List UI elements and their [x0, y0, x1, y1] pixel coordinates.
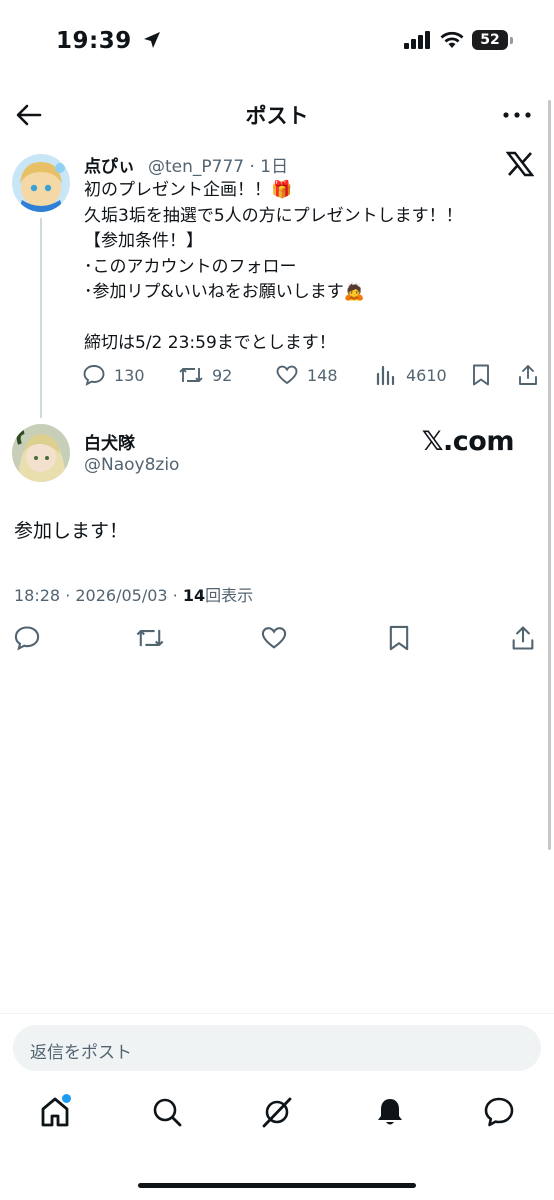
quoted-actions: 130 92 148 4610 [82, 363, 542, 391]
repost-button[interactable]: 92 [178, 363, 232, 387]
reply-tweet-text: 参加します！ [14, 520, 129, 542]
bookmark-icon[interactable] [470, 363, 492, 387]
quoted-author-name[interactable]: 点ぴぃ [84, 152, 135, 177]
reply-author-handle[interactable]: @Naoy8zio [84, 455, 179, 475]
x-logo-icon [506, 151, 534, 177]
tab-home[interactable] [38, 1094, 72, 1133]
thread-line [40, 218, 42, 418]
views-chart-icon [376, 365, 395, 386]
scrollbar[interactable] [548, 100, 551, 850]
x-com-watermark: 𝕏.com [421, 426, 515, 457]
heart-icon [276, 365, 298, 385]
reply-input-placeholder: 返信をポスト [30, 1043, 132, 1063]
cellular-signal-icon [404, 31, 430, 49]
home-notification-dot [62, 1094, 71, 1103]
reply-avatar[interactable] [12, 424, 70, 482]
bottom-tab-bar [0, 1094, 554, 1139]
avatar-image [12, 154, 70, 212]
repost-icon [179, 368, 203, 382]
reply-count: 130 [114, 365, 145, 385]
page-title: ポスト [245, 104, 309, 128]
reply-button[interactable]: 130 [82, 363, 145, 387]
views-count: 4610 [406, 365, 447, 385]
share-icon[interactable] [516, 363, 540, 387]
status-time: 19:39 [56, 28, 162, 54]
reply-icon [83, 365, 105, 386]
reply-input[interactable]: 返信をポスト [13, 1025, 541, 1071]
tab-messages[interactable] [482, 1095, 516, 1133]
bookmark-icon[interactable] [386, 624, 412, 652]
share-icon[interactable] [509, 624, 537, 652]
heart-icon[interactable] [260, 624, 288, 652]
repost-count: 92 [212, 365, 233, 385]
location-arrow-icon [144, 32, 161, 48]
search-icon [153, 1098, 182, 1127]
quoted-author-handle[interactable]: @ten_P777 · 1日 [148, 152, 288, 177]
reply-timestamp: 18:28 · 2026/05/03 · [14, 586, 183, 605]
battery-indicator: 52 [472, 30, 513, 50]
reply-meta: 18:28 · 2026/05/03 · 14回表示 [14, 582, 253, 606]
tab-notifications[interactable] [373, 1095, 407, 1133]
tab-grok[interactable] [260, 1095, 294, 1133]
avatar[interactable] [12, 154, 70, 212]
reply-view-label: 回表示 [205, 586, 254, 605]
reply-icon[interactable] [13, 624, 41, 652]
reply-view-count: 14 [182, 586, 206, 605]
wifi-icon [440, 31, 464, 48]
composer-divider [0, 1013, 554, 1014]
reply-actions [0, 624, 554, 656]
views-button[interactable]: 4610 [374, 363, 447, 387]
grok-icon [262, 1097, 292, 1128]
status-icons: 52 [404, 30, 513, 50]
bell-icon [378, 1099, 402, 1125]
tab-search[interactable] [150, 1095, 184, 1133]
like-count: 148 [307, 365, 338, 385]
home-indicator[interactable] [138, 1183, 416, 1188]
reply-avatar-image [12, 424, 70, 482]
quoted-tweet-text: 初のプレゼント企画！！🎁 久垢3垢を抽選で5人の方にプレゼントします！！ 【参加… [84, 180, 463, 353]
like-button[interactable]: 148 [275, 363, 338, 387]
reply-author-name[interactable]: 白犬隊 [84, 429, 135, 454]
more-options-icon[interactable] [500, 103, 534, 127]
message-bubble-icon [484, 1097, 514, 1127]
repost-icon[interactable] [135, 624, 165, 652]
